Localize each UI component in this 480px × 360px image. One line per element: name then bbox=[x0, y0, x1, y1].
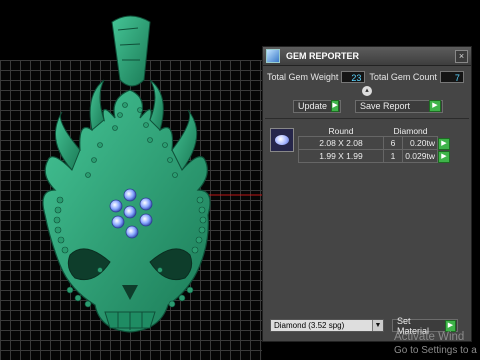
round-gem-thumbnail[interactable] bbox=[270, 128, 294, 152]
panel-title: GEM REPORTER bbox=[286, 51, 360, 61]
column-header-material: Diamond bbox=[393, 125, 428, 136]
total-gem-weight-label: Total Gem Weight bbox=[267, 72, 339, 82]
update-button[interactable]: Update ▶ bbox=[293, 99, 341, 113]
select-row-icon[interactable]: ▶ bbox=[438, 137, 450, 150]
gem-count: 1 bbox=[383, 149, 403, 163]
chevron-down-icon: ▼ bbox=[372, 320, 383, 331]
table-row[interactable]: 1.99 X 1.99 1 0.029tw ▶ bbox=[298, 149, 452, 163]
play-icon: ▶ bbox=[429, 100, 441, 112]
material-select[interactable]: Diamond (3.52 spg) ▼ bbox=[270, 319, 384, 332]
skull-pendant-model[interactable] bbox=[0, 0, 262, 360]
column-header-shape: Round bbox=[328, 125, 354, 136]
pendant-bail bbox=[111, 15, 151, 87]
select-row-icon[interactable]: ▶ bbox=[438, 150, 450, 163]
panel-titlebar[interactable]: GEM REPORTER × bbox=[263, 47, 471, 66]
material-select-value: Diamond (3.52 spg) bbox=[274, 321, 345, 330]
update-button-label: Update bbox=[298, 101, 328, 111]
close-icon[interactable]: × bbox=[455, 49, 468, 63]
app-icon bbox=[266, 49, 280, 63]
watermark-line-2: Go to Settings to a bbox=[394, 345, 477, 356]
gem-weight: 0.20tw bbox=[402, 136, 438, 150]
play-icon: ▶ bbox=[331, 100, 339, 112]
gem-table: Round Diamond 2.08 X 2.08 6 0.20tw ▶ 1.9… bbox=[298, 125, 452, 163]
save-report-button[interactable]: Save Report ▶ bbox=[355, 99, 443, 113]
windows-activation-watermark: Activate Wind Go to Settings to a bbox=[394, 330, 477, 358]
total-gem-weight-value: 23 bbox=[341, 71, 366, 83]
gem-size: 2.08 X 2.08 bbox=[298, 136, 384, 150]
gem-count: 6 bbox=[383, 136, 403, 150]
save-report-button-label: Save Report bbox=[360, 101, 411, 111]
gem-list: Round Diamond 2.08 X 2.08 6 0.20tw ▶ 1.9… bbox=[263, 123, 471, 298]
total-gem-count-value: 7 bbox=[439, 71, 464, 83]
gem-reporter-panel: GEM REPORTER × Total Gem Weight 23 Total… bbox=[262, 46, 472, 342]
gem-size: 1.99 X 1.99 bbox=[298, 149, 384, 163]
watermark-line-1: Activate Wind bbox=[394, 331, 465, 343]
divider bbox=[265, 118, 469, 119]
collapse-toggle-icon[interactable]: ▴ bbox=[362, 86, 372, 96]
gem-weight: 0.029tw bbox=[402, 149, 438, 163]
total-gem-count-label: Total Gem Count bbox=[369, 72, 437, 82]
table-row[interactable]: 2.08 X 2.08 6 0.20tw ▶ bbox=[298, 136, 452, 150]
